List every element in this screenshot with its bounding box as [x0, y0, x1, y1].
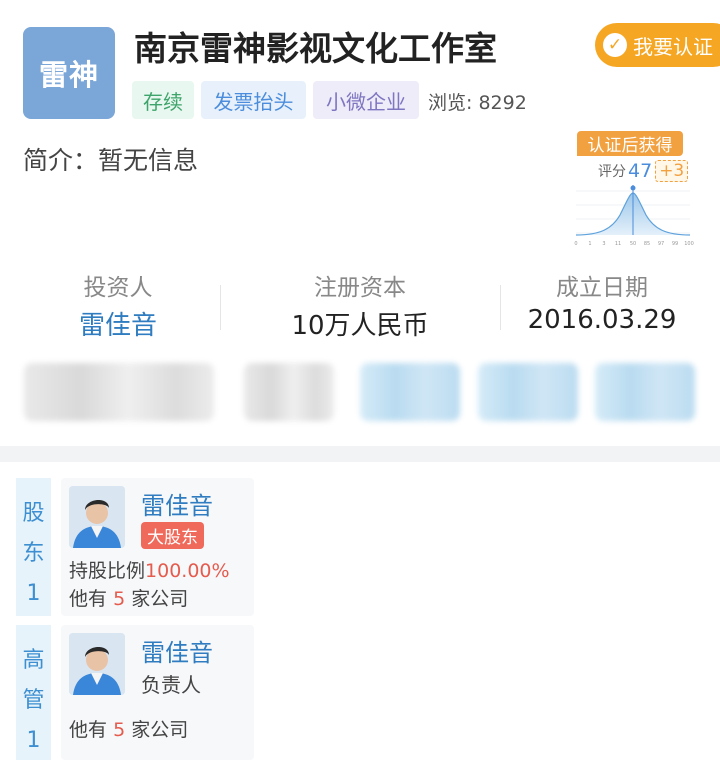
stake-value: 100.00% [145, 560, 230, 582]
blurred-action[interactable] [595, 363, 695, 421]
related-companies-line[interactable]: 他有 5 家公司 [69, 584, 188, 611]
check-badge-icon: ✓ [603, 33, 627, 57]
certify-button[interactable]: ✓ 我要认证 [595, 23, 720, 67]
invoice-tag[interactable]: 发票抬头 [201, 81, 306, 119]
tab-char: 高 [22, 648, 45, 673]
shareholder-tab[interactable]: 股 东 1 [16, 478, 51, 616]
tab-char: 股 [22, 501, 45, 526]
score-axis-tick: 0 [574, 241, 577, 247]
avatar [69, 633, 125, 695]
score-axis-tick: 50 [630, 241, 636, 247]
companies-prefix: 他有 [69, 588, 108, 610]
score-plus: +3 [655, 160, 689, 182]
founding-date-value: 2016.03.29 [527, 305, 677, 335]
section-divider [0, 446, 720, 462]
tab-count: 1 [26, 728, 41, 753]
executive-tab[interactable]: 高 管 1 [16, 625, 51, 760]
blurred-action[interactable] [478, 363, 578, 421]
company-logo: 雷神 [23, 27, 115, 119]
companies-prefix: 他有 [69, 719, 108, 741]
score-axis-tick: 99 [672, 241, 678, 247]
executive-role: 负责人 [141, 673, 201, 697]
score-distribution-chart[interactable]: 0 1 3 11 50 85 97 99 100 [570, 185, 696, 247]
tab-char: 管 [22, 688, 45, 713]
score-axis-tick: 11 [615, 241, 621, 247]
major-shareholder-badge: 大股东 [141, 522, 204, 549]
company-intro: 简介：暂无信息 [23, 146, 199, 175]
blurred-info [244, 363, 334, 421]
score-row: 评分 47 +3 [598, 160, 689, 182]
avatar [69, 486, 125, 548]
score-label: 评分 [598, 164, 626, 180]
score-value: 47 [628, 160, 653, 182]
stat-divider [500, 285, 501, 330]
blurred-action[interactable] [360, 363, 460, 421]
executive-name[interactable]: 雷佳音 [141, 633, 213, 668]
score-axis-tick: 85 [644, 241, 650, 247]
companies-count: 5 [113, 719, 126, 741]
executive-card[interactable]: 雷佳音 负责人 他有 5 家公司 [61, 625, 254, 760]
score-axis-tick: 100 [684, 241, 694, 247]
score-badge[interactable]: 认证后获得 [577, 131, 683, 156]
shareholder-card[interactable]: 雷佳音 大股东 持股比例100.00% 他有 5 家公司 [61, 478, 254, 616]
registered-capital-label: 注册资本 [314, 275, 406, 301]
score-axis-tick: 3 [602, 241, 605, 247]
tab-count: 1 [26, 581, 41, 606]
companies-suffix: 家公司 [131, 588, 189, 610]
companies-count: 5 [113, 588, 126, 610]
company-name: 南京雷神影视文化工作室 [134, 29, 497, 68]
stake-label: 持股比例 [69, 560, 146, 582]
shareholder-name[interactable]: 雷佳音 [141, 486, 213, 521]
related-companies-line[interactable]: 他有 5 家公司 [69, 715, 188, 742]
tab-char: 东 [22, 541, 45, 566]
investor-value[interactable]: 雷佳音 [38, 305, 198, 342]
score-axis-tick: 97 [658, 241, 664, 247]
investor-label: 投资人 [83, 275, 153, 301]
view-count: 浏览: 8292 [428, 92, 527, 114]
stat-divider [220, 285, 221, 330]
certify-button-label: 我要认证 [633, 34, 713, 59]
score-axis-tick: 1 [588, 241, 591, 247]
founding-date-label: 成立日期 [556, 275, 648, 301]
stake-line: 持股比例100.00% [69, 556, 230, 583]
blurred-info [24, 363, 214, 421]
status-tag[interactable]: 存续 [132, 81, 194, 119]
registered-capital-value: 10万人民币 [291, 311, 429, 341]
enterprise-size-tag[interactable]: 小微企业 [313, 81, 419, 119]
companies-suffix: 家公司 [131, 719, 189, 741]
